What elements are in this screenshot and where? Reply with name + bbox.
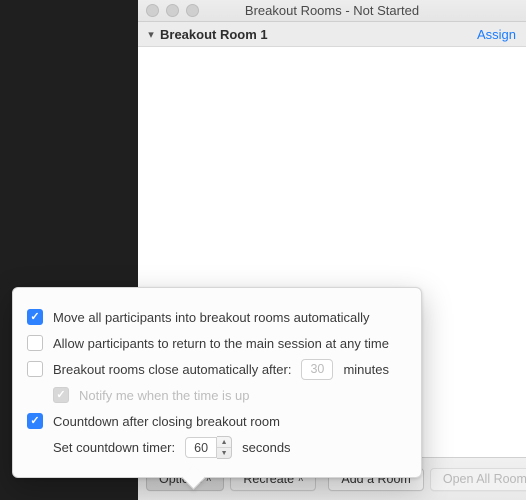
checkbox[interactable] [27, 361, 43, 377]
seconds-unit-label: seconds [242, 440, 290, 455]
options-popover: Move all participants into breakout room… [12, 287, 422, 478]
minimize-window-icon[interactable] [166, 4, 179, 17]
minutes-unit-label: minutes [343, 362, 389, 377]
open-all-rooms-button: Open All Rooms [430, 468, 526, 491]
open-all-rooms-button-label: Open All Rooms [443, 472, 526, 486]
checkbox[interactable] [27, 413, 43, 429]
option-row-countdown[interactable]: Countdown after closing breakout room [27, 410, 407, 432]
option-row-close-after[interactable]: Breakout rooms close automatically after… [27, 358, 407, 380]
countdown-timer-row: Set countdown timer: 60 ▲ ▼ seconds [53, 436, 407, 459]
countdown-stepper[interactable]: 60 ▲ ▼ [185, 436, 232, 459]
close-after-minutes-field[interactable]: 30 [301, 359, 333, 380]
room-name-label: Breakout Room 1 [160, 27, 268, 42]
option-row-notify: Notify me when the time is up [53, 384, 407, 406]
stepper-up-icon[interactable]: ▲ [217, 437, 231, 447]
option-label: Move all participants into breakout room… [53, 310, 369, 325]
checkbox [53, 387, 69, 403]
checkbox[interactable] [27, 309, 43, 325]
option-label: Allow participants to return to the main… [53, 336, 389, 351]
countdown-seconds-field[interactable]: 60 [185, 437, 217, 458]
option-row-move-auto[interactable]: Move all participants into breakout room… [27, 306, 407, 328]
option-row-allow-return[interactable]: Allow participants to return to the main… [27, 332, 407, 354]
room-header-row[interactable]: ▾ Breakout Room 1 Assign [138, 22, 526, 47]
option-label: Countdown after closing breakout room [53, 414, 280, 429]
window-titlebar: Breakout Rooms - Not Started [138, 0, 526, 22]
checkbox[interactable] [27, 335, 43, 351]
traffic-lights [138, 4, 199, 17]
option-label: Notify me when the time is up [79, 388, 250, 403]
countdown-timer-label: Set countdown timer: [53, 440, 175, 455]
stepper-control[interactable]: ▲ ▼ [217, 436, 232, 459]
assign-link[interactable]: Assign [477, 27, 516, 42]
stepper-down-icon[interactable]: ▼ [217, 447, 231, 458]
disclosure-triangle-icon[interactable]: ▾ [144, 28, 158, 41]
zoom-window-icon[interactable] [186, 4, 199, 17]
option-label: Breakout rooms close automatically after… [53, 362, 291, 377]
close-window-icon[interactable] [146, 4, 159, 17]
